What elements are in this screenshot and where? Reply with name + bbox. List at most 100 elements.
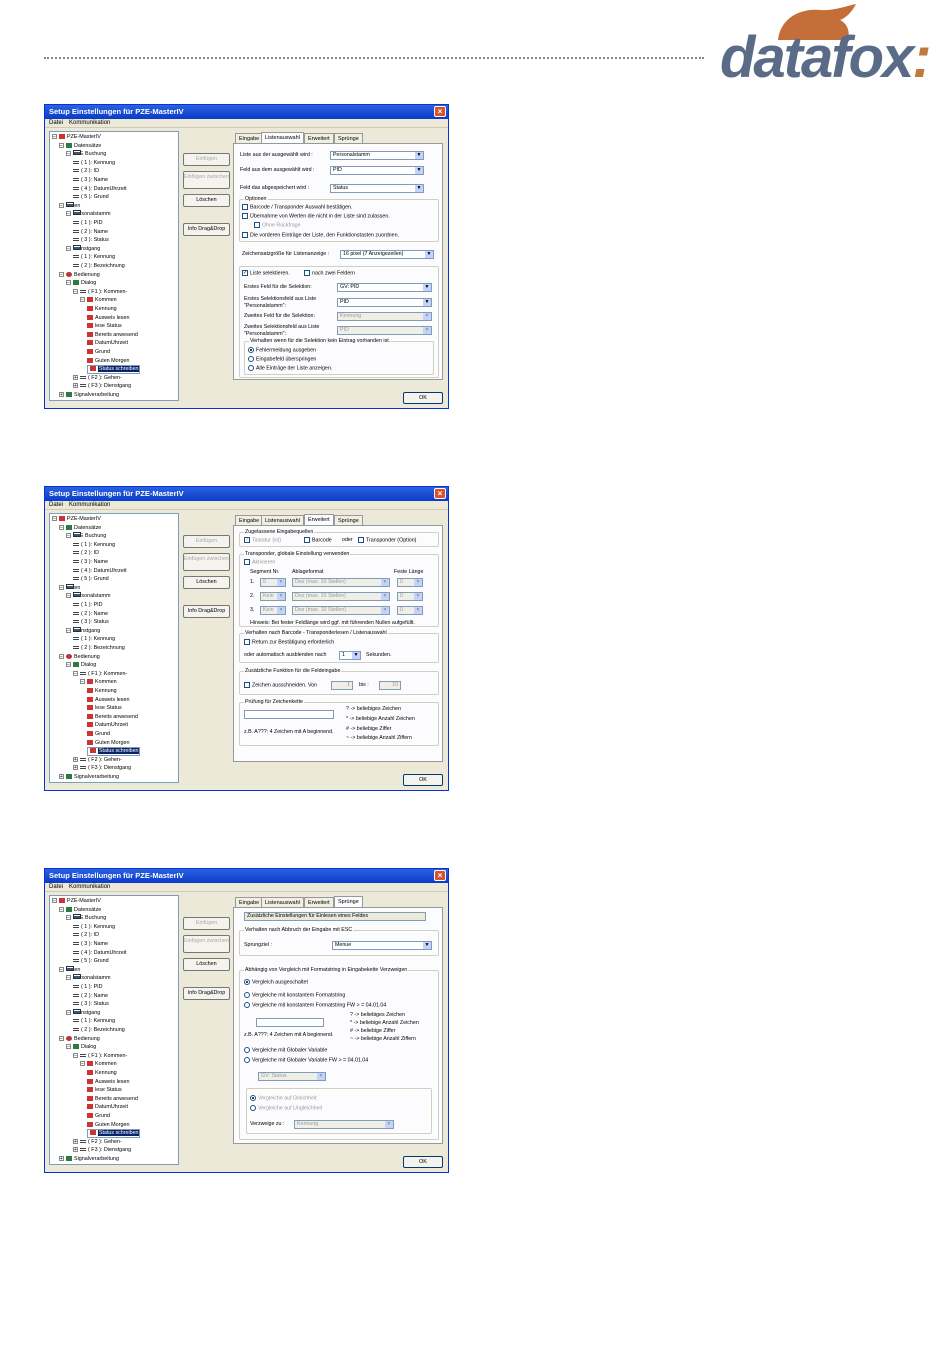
tree-item[interactable]: − PZE Buchung xyxy=(66,150,106,158)
expand-icon[interactable]: − xyxy=(59,202,64,208)
expand-icon[interactable]: − xyxy=(80,297,85,303)
config-tree[interactable]: − PZE-MasterIV − Datensätze − PZE Buchung( 1 … xyxy=(49,513,179,783)
tree-item[interactable]: −Listen xyxy=(59,201,80,210)
aktivieren-checkbox[interactable]: Aktivieren xyxy=(244,559,275,566)
tab-erweitert[interactable]: Erweitert xyxy=(304,133,334,143)
tree-item[interactable]: − Bedienung xyxy=(59,1035,100,1043)
tree-item[interactable]: − Datensätze xyxy=(59,906,101,914)
menu-kommunikation[interactable]: Kommunikation xyxy=(69,502,110,508)
einfuegen-button[interactable]: Einfügen xyxy=(183,917,230,930)
tree-item[interactable]: − PZE-MasterIV xyxy=(52,897,101,905)
tree-item[interactable]: ( 1 ): Kennung xyxy=(73,159,115,167)
menu-kommunikation[interactable]: Kommunikation xyxy=(69,120,110,126)
tab-spruenge[interactable]: Sprünge xyxy=(334,515,363,525)
tree-item[interactable]: DatumUhrzeit xyxy=(87,1103,128,1111)
loeschen-button[interactable]: Löschen xyxy=(183,576,230,589)
tree-item[interactable]: ( 5 ): Grund xyxy=(73,193,109,201)
close-icon[interactable]: × xyxy=(434,870,446,881)
tree-item[interactable]: ( 5 ): Grund xyxy=(73,957,109,965)
expand-icon[interactable]: − xyxy=(66,662,71,668)
ungleichheit-radio[interactable]: Vergleiche auf Ungleichheit xyxy=(250,1105,322,1112)
liste-selektieren-checkbox[interactable]: ✓ Liste selektieren. xyxy=(242,270,290,277)
expand-icon[interactable]: − xyxy=(66,593,71,599)
expand-icon[interactable]: − xyxy=(66,975,71,981)
abgespeichert-select[interactable]: Status ▼ xyxy=(330,184,424,193)
zweit-feld-select[interactable]: Kennung ▼ xyxy=(337,312,432,321)
expand-icon[interactable]: − xyxy=(80,1061,85,1067)
expand-icon[interactable]: + xyxy=(73,374,78,380)
loeschen-button[interactable]: Löschen xyxy=(183,958,230,971)
expand-icon[interactable]: − xyxy=(66,280,71,286)
formatstring-input[interactable] xyxy=(256,1018,324,1027)
expand-icon[interactable]: − xyxy=(59,1035,64,1041)
tree-item[interactable]: Kennung xyxy=(87,1069,117,1077)
tree-item[interactable]: + ( F3 ): Dienstgang xyxy=(73,1146,131,1154)
opt-ohne-rueckfrage[interactable]: Ohne Rückfrage xyxy=(254,222,301,229)
expand-icon[interactable]: + xyxy=(73,765,78,771)
expand-icon[interactable]: − xyxy=(66,915,71,921)
tab-listenauswahl[interactable]: Listenauswahl xyxy=(261,515,304,525)
menu-datei[interactable]: Datei xyxy=(49,502,63,508)
tree-item[interactable]: + ( F2 ): Gehen- xyxy=(73,374,122,382)
tree-item[interactable]: − PZE-MasterIV xyxy=(52,515,101,523)
tree-item[interactable]: ( 1 ): PID xyxy=(73,219,103,227)
zweit-sel-select[interactable]: PID ▼ xyxy=(337,326,432,335)
return-checkbox[interactable]: Return zur Bestätigung erforderlich xyxy=(244,639,334,646)
tree-item[interactable]: ( 5 ): Grund xyxy=(73,575,109,583)
tab-spruenge[interactable]: Sprünge xyxy=(334,896,363,907)
tree-item[interactable]: ( 1 ): PID xyxy=(73,601,103,609)
ok-button[interactable]: OK xyxy=(403,774,443,786)
sprungziel-select[interactable]: Menue ▼ xyxy=(332,941,432,950)
einfuegen-button[interactable]: Einfügen xyxy=(183,535,230,548)
tree-item[interactable]: ( 1 ): Kennung xyxy=(73,635,115,643)
von-input[interactable]: 1 xyxy=(331,681,353,690)
tree-item[interactable]: − Dienstgang xyxy=(66,626,100,635)
tab-eingabe[interactable]: Eingabe xyxy=(235,133,264,143)
tree-item[interactable]: ( 1 ): Kennung xyxy=(73,923,115,931)
tree-item[interactable]: Bereits anwesend xyxy=(87,1095,138,1103)
alle-eintraege-radio[interactable]: Alle Einträge der Liste anzeigen. xyxy=(248,365,332,372)
vergleich-gv-fw-radio[interactable]: Vergleiche mit Globaler Variable FW > = … xyxy=(244,1057,368,1064)
feste-laenge-select[interactable]: 0 ▼ xyxy=(397,578,423,587)
expand-icon[interactable]: − xyxy=(66,151,71,157)
tab-erweitert[interactable]: Erweitert xyxy=(304,897,334,907)
tree-item[interactable]: ( 3 ): Status xyxy=(73,1000,109,1008)
tree-item[interactable]: ( 3 ): Status xyxy=(73,618,109,626)
tree-item[interactable]: − PZE-MasterIV xyxy=(52,133,101,141)
verzweige-select[interactable]: Kennung ▼ xyxy=(294,1120,394,1129)
tab-listenauswahl[interactable]: Listenauswahl xyxy=(261,897,304,907)
config-tree[interactable]: − PZE-MasterIV − Datensätze − PZE Buchung( 1 … xyxy=(49,131,179,401)
tree-item[interactable]: − ( F1 ): Kommen- xyxy=(73,670,127,678)
pruefung-input[interactable] xyxy=(244,710,334,719)
einfuegen-zwischen-button[interactable]: Einfügen zwischen xyxy=(183,935,230,953)
tree-item[interactable]: + ( F2 ): Gehen- xyxy=(73,756,122,764)
expand-icon[interactable]: + xyxy=(59,392,64,398)
tree-item[interactable]: ( 2 ): Name xyxy=(73,228,108,236)
feste-laenge-select[interactable]: 0 ▼ xyxy=(397,606,423,615)
tree-item[interactable]: − Kommen xyxy=(80,296,117,304)
tree-item[interactable]: Guten Morgen xyxy=(87,357,129,365)
expand-icon[interactable]: − xyxy=(52,898,57,904)
expand-icon[interactable]: − xyxy=(73,670,78,676)
tree-item[interactable]: ( 4 ): DatumUhrzeit xyxy=(73,949,127,957)
tree-item[interactable]: + Signalverarbeitung xyxy=(59,391,119,399)
tree-item[interactable]: lese Status xyxy=(87,322,122,330)
tree-item[interactable]: Bereits anwesend xyxy=(87,331,138,339)
loeschen-button[interactable]: Löschen xyxy=(183,194,230,207)
tree-item[interactable]: ( 3 ): Name xyxy=(73,176,108,184)
tree-item[interactable]: Bereits anwesend xyxy=(87,713,138,721)
expand-icon[interactable]: − xyxy=(52,134,57,140)
tree-item[interactable]: ( 2 ): ID xyxy=(73,931,99,939)
vergleich-konst-radio[interactable]: Vergleiche mit konstantem Formatstring xyxy=(244,992,345,999)
tree-item[interactable]: Ausweis lesen xyxy=(87,1078,129,1086)
liste-select[interactable]: Personalstamm ▼ xyxy=(330,151,424,160)
tree-item[interactable]: ( 1 ): Kennung xyxy=(73,1017,115,1025)
expand-icon[interactable]: − xyxy=(59,142,64,148)
close-icon[interactable]: × xyxy=(434,106,446,117)
expand-icon[interactable]: − xyxy=(59,906,64,912)
tree-item[interactable]: ( 2 ): Bezeichnung xyxy=(73,644,125,652)
vergleich-konst-fw-radio[interactable]: Vergleiche mit konstantem Formatstring F… xyxy=(244,1002,386,1009)
ueberspringen-radio[interactable]: Eingabefeld überspringen xyxy=(248,356,316,363)
ablageformat-select[interactable]: Dez (max. 10 Stellen) ▼ xyxy=(292,606,390,615)
expand-icon[interactable]: + xyxy=(73,1147,78,1153)
